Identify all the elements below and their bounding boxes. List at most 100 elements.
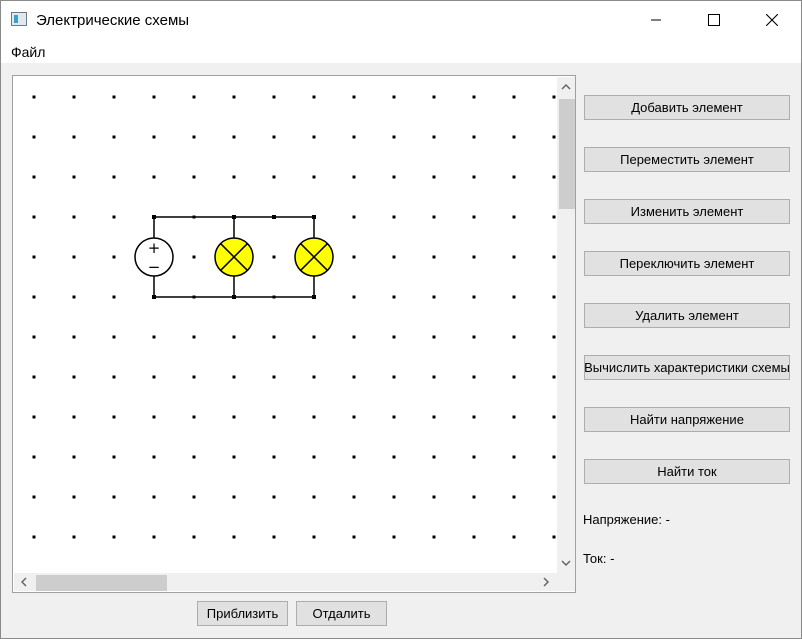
grid-dot — [352, 335, 356, 339]
grid-dot — [272, 135, 276, 139]
grid-dot — [552, 95, 556, 99]
vertical-scrollbar[interactable] — [557, 77, 575, 573]
grid-dot — [552, 375, 556, 379]
chevron-right-icon — [543, 577, 549, 587]
window-title: Электрические схемы — [36, 12, 190, 29]
grid-dot — [192, 255, 196, 259]
grid-dot — [192, 335, 196, 339]
grid-dot — [232, 535, 236, 539]
grid-dot — [112, 255, 116, 259]
calculate-circuit-button[interactable]: Вычислить характеристики схемы — [584, 355, 790, 380]
edit-element-button[interactable]: Изменить элемент — [584, 199, 790, 224]
grid-dot — [352, 215, 356, 219]
app-window: Электрические схемы Файл + − Добавить эл… — [0, 0, 802, 639]
maximize-icon — [708, 14, 720, 26]
scroll-up-arrow[interactable] — [558, 79, 574, 95]
delete-element-button[interactable]: Удалить элемент — [584, 303, 790, 328]
grid-dot — [472, 135, 476, 139]
chevron-down-icon — [561, 560, 571, 566]
grid-dot — [152, 415, 156, 419]
scroll-right-arrow[interactable] — [538, 574, 554, 590]
scroll-down-arrow[interactable] — [558, 555, 574, 571]
zoom-in-button[interactable]: Приблизить — [197, 601, 288, 626]
menu-bar: Файл — [1, 39, 801, 63]
grid-dot — [112, 135, 116, 139]
move-element-button[interactable]: Переместить элемент — [584, 147, 790, 172]
grid-dot — [552, 535, 556, 539]
grid-dot — [352, 535, 356, 539]
scroll-left-arrow[interactable] — [16, 574, 32, 590]
grid-dot — [432, 135, 436, 139]
grid-dot — [392, 135, 396, 139]
junction-dot — [312, 295, 316, 299]
grid-dot — [312, 415, 316, 419]
circuit-view: + − — [12, 75, 576, 593]
horizontal-scrollbar[interactable] — [14, 573, 557, 591]
minimize-button[interactable] — [627, 1, 685, 39]
grid-dot — [472, 455, 476, 459]
grid-dot — [432, 375, 436, 379]
grid-dot — [432, 255, 436, 259]
current-readout: Ток: - — [583, 551, 615, 566]
grid-dot — [472, 175, 476, 179]
grid-dot — [472, 95, 476, 99]
grid-dot — [472, 255, 476, 259]
grid-dot — [312, 495, 316, 499]
grid-dot — [352, 295, 356, 299]
maximize-button[interactable] — [685, 1, 743, 39]
grid-dot — [232, 455, 236, 459]
grid-dot — [192, 95, 196, 99]
grid-dot — [312, 375, 316, 379]
grid-dot — [232, 415, 236, 419]
grid-dot — [152, 175, 156, 179]
grid-dot — [112, 335, 116, 339]
grid-dot — [152, 335, 156, 339]
minimize-icon — [651, 19, 661, 21]
grid-dot — [192, 375, 196, 379]
grid-dot — [72, 135, 76, 139]
find-voltage-button[interactable]: Найти напряжение — [584, 407, 790, 432]
circuit-canvas[interactable]: + − — [14, 77, 557, 573]
circuit-drawing[interactable]: +− — [14, 77, 557, 573]
grid-dot — [552, 215, 556, 219]
grid-dot — [432, 535, 436, 539]
grid-dot — [312, 95, 316, 99]
grid-dot — [152, 95, 156, 99]
grid-dot — [472, 415, 476, 419]
grid-dot — [392, 415, 396, 419]
toggle-element-button[interactable]: Переключить элемент — [584, 251, 790, 276]
menu-file[interactable]: Файл — [11, 44, 45, 60]
grid-dot — [32, 455, 36, 459]
grid-dot — [392, 295, 396, 299]
grid-dot — [512, 375, 516, 379]
grid-dot — [312, 455, 316, 459]
grid-dot — [112, 175, 116, 179]
grid-dot — [272, 335, 276, 339]
grid-dot — [192, 455, 196, 459]
grid-dot — [32, 495, 36, 499]
find-current-button[interactable]: Найти ток — [584, 459, 790, 484]
grid-dot — [552, 455, 556, 459]
vertical-scroll-thumb[interactable] — [559, 99, 575, 209]
grid-dot — [312, 335, 316, 339]
grid-dot — [72, 495, 76, 499]
grid-dot — [352, 455, 356, 459]
grid-dot — [232, 495, 236, 499]
chevron-up-icon — [561, 84, 571, 90]
grid-dot — [112, 215, 116, 219]
grid-dot — [432, 415, 436, 419]
grid-dot — [552, 335, 556, 339]
grid-dot — [72, 415, 76, 419]
horizontal-scroll-thumb[interactable] — [36, 575, 167, 591]
grid-dot — [392, 535, 396, 539]
grid-dot — [72, 215, 76, 219]
junction-dot — [152, 215, 156, 219]
zoom-out-button[interactable]: Отдалить — [296, 601, 387, 626]
grid-dot — [552, 255, 556, 259]
add-element-button[interactable]: Добавить элемент — [584, 95, 790, 120]
grid-dot — [312, 535, 316, 539]
close-button[interactable] — [743, 1, 801, 39]
grid-dot — [192, 495, 196, 499]
grid-dot — [232, 175, 236, 179]
grid-dot — [192, 175, 196, 179]
